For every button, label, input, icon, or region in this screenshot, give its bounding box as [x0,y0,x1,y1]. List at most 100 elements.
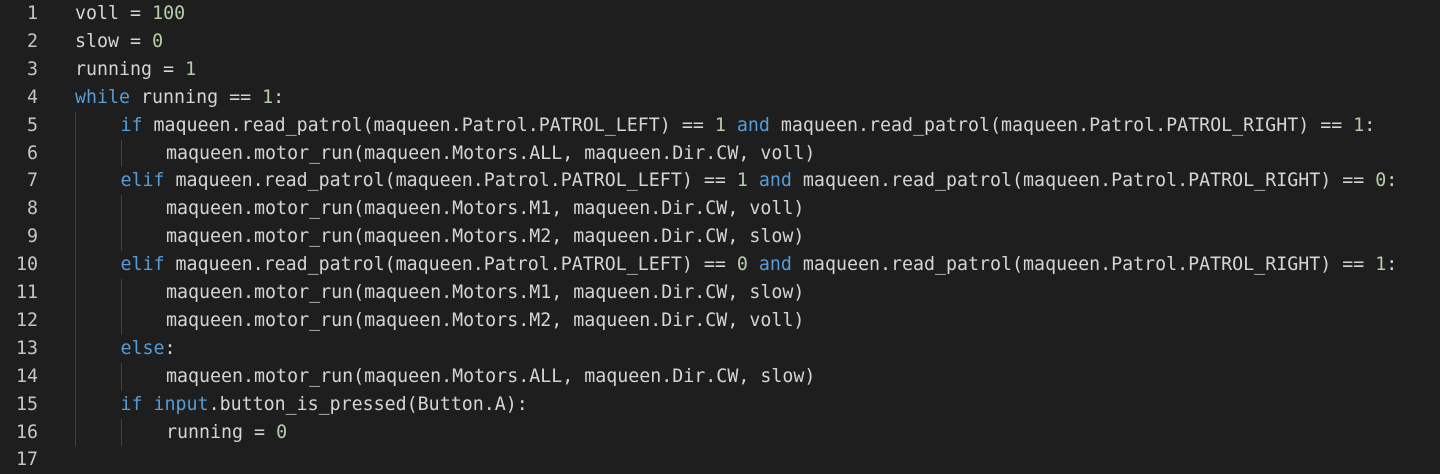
code-line[interactable]: 16 running = 0 [0,419,1440,447]
code-line[interactable]: 1 voll = 100 [0,0,1440,28]
indent-guide [120,195,122,252]
code-token: maqueen.motor_run(maqueen.Motors.ALL, ma… [166,365,816,387]
code-line[interactable]: 11 maqueen.motor_run(maqueen.Motors.M1, m… [0,279,1440,307]
line-number: 10 [15,254,38,276]
line-number: 1 [26,3,38,24]
code-token: 0 [276,421,288,443]
line-number: 12 [15,309,38,331]
code-token: 0 [1375,170,1387,192]
line-number: 4 [26,86,38,108]
code-text: while running == 1: [75,84,284,112]
code-token: .button_is_pressed(Button.A): [208,393,528,415]
code-token: 1 [262,86,274,108]
code-text: maqueen.motor_run(maqueen.Motors.M1, maq… [166,279,804,307]
code-token: running [75,58,153,80]
code-token: 0 [736,254,748,276]
code-token: slow [75,30,120,52]
code-text: elif maqueen.read_patrol(maqueen.Patrol.… [121,251,1398,279]
code-token: 1 [736,170,748,192]
code-token: running == [130,86,263,108]
code-text: slow = 0 [75,28,163,56]
code-token: : [1364,114,1376,136]
code-line[interactable]: 17 [0,446,1440,474]
code-token: and [736,114,770,136]
code-token: input [153,393,209,415]
code-token: maqueen.read_patrol(maqueen.Patrol.PATRO… [791,254,1376,276]
code-line[interactable]: 5 if maqueen.read_patrol(maqueen.Patrol.P… [0,112,1440,140]
code-token: voll [75,3,120,24]
line-number: 11 [15,282,38,303]
code-line[interactable]: 12 maqueen.motor_run(maqueen.Motors.M2, m… [0,307,1440,335]
code-token: maqueen.motor_run(maqueen.Motors.M2, maq… [166,309,805,331]
code-token: 0 [152,30,164,52]
code-token: maqueen.read_patrol(maqueen.Patrol.PATRO… [164,254,737,276]
indent-guide [75,111,76,447]
code-token: : [1386,254,1398,276]
code-token: else [120,337,165,359]
code-token: maqueen.motor_run(maqueen.Motors.M1, maq… [166,282,805,303]
line-number: 14 [15,365,38,387]
code-line[interactable]: 4 while running == 1: [0,84,1440,112]
code-token: maqueen.motor_run(maqueen.Motors.ALL, ma… [166,142,816,164]
indent-guide [120,279,122,335]
code-token: = [119,30,153,52]
code-token: maqueen.read_patrol(maqueen.Patrol.PATRO… [769,114,1354,136]
indent-guide [120,362,122,391]
line-number: 9 [26,226,38,248]
code-line[interactable]: 13 else: [0,335,1440,363]
code-token: = [119,3,153,24]
code-token: if [120,393,143,415]
line-number: 16 [15,421,38,443]
code-line[interactable]: 3 running = 1 [0,56,1440,84]
code-token: 1 [1353,114,1365,136]
code-text: maqueen.motor_run(maqueen.Motors.M2, maq… [166,307,804,335]
code-token: maqueen.read_patrol(maqueen.Patrol.PATRO… [164,170,737,192]
line-number: 6 [26,142,38,164]
code-line[interactable]: 7 elif maqueen.read_patrol(maqueen.Patrol… [0,167,1440,195]
code-line[interactable]: 6 maqueen.motor_run(maqueen.Motors.ALL, m… [0,140,1440,168]
code-token: = [152,58,186,80]
code-text: running = 1 [75,56,196,84]
code-text: voll = 100 [75,0,185,28]
code-token: maqueen.read_patrol(maqueen.Patrol.PATRO… [791,170,1376,192]
code-token: : [1386,170,1398,192]
code-text: maqueen.motor_run(maqueen.Motors.M1, maq… [166,195,804,223]
code-token: 100 [152,3,186,24]
code-line[interactable]: 14 maqueen.motor_run(maqueen.Motors.ALL, … [0,363,1440,391]
code-editor[interactable]: 1 voll = 100 2 slow = 0 3 running = 1 4 while r… [0,0,1440,470]
line-number: 2 [26,30,38,52]
code-token: maqueen.motor_run(maqueen.Motors.M2, maq… [166,226,805,248]
line-number: 15 [15,393,38,415]
code-line[interactable]: 10 elif maqueen.read_patrol(maqueen.Patro… [0,251,1440,279]
code-text: maqueen.motor_run(maqueen.Motors.ALL, ma… [166,140,815,168]
code-token: while [75,86,131,108]
code-line[interactable]: 2 slow = 0 [0,28,1440,56]
line-number: 17 [15,449,38,471]
code-token: elif [120,254,165,276]
code-token: if [120,114,143,136]
indent-guide [120,418,122,447]
line-number: 13 [15,337,38,359]
code-line[interactable]: 15 if input.button_is_pressed(Button.A): [0,391,1440,419]
code-line[interactable]: 8 maqueen.motor_run(maqueen.Motors.M1, ma… [0,195,1440,223]
code-line[interactable]: 9 maqueen.motor_run(maqueen.Motors.M2, ma… [0,223,1440,251]
code-token: running [166,421,244,443]
code-token: maqueen.read_patrol(maqueen.Patrol.PATRO… [142,114,715,136]
code-token: 1 [185,58,197,80]
line-number: 5 [26,114,38,136]
line-number: 7 [26,170,38,192]
code-token: maqueen.motor_run(maqueen.Motors.M1, maq… [166,198,805,220]
code-token: 1 [1375,254,1387,276]
code-token: elif [120,170,165,192]
code-token: = [243,421,277,443]
code-text: if maqueen.read_patrol(maqueen.Patrol.PA… [121,112,1376,140]
indent-guide [120,139,122,168]
code-text: running = 0 [166,419,287,447]
code-text: maqueen.motor_run(maqueen.Motors.ALL, ma… [166,363,815,391]
code-text: elif maqueen.read_patrol(maqueen.Patrol.… [121,167,1398,195]
code-text: maqueen.motor_run(maqueen.Motors.M2, maq… [166,223,804,251]
line-number: 8 [26,198,38,220]
